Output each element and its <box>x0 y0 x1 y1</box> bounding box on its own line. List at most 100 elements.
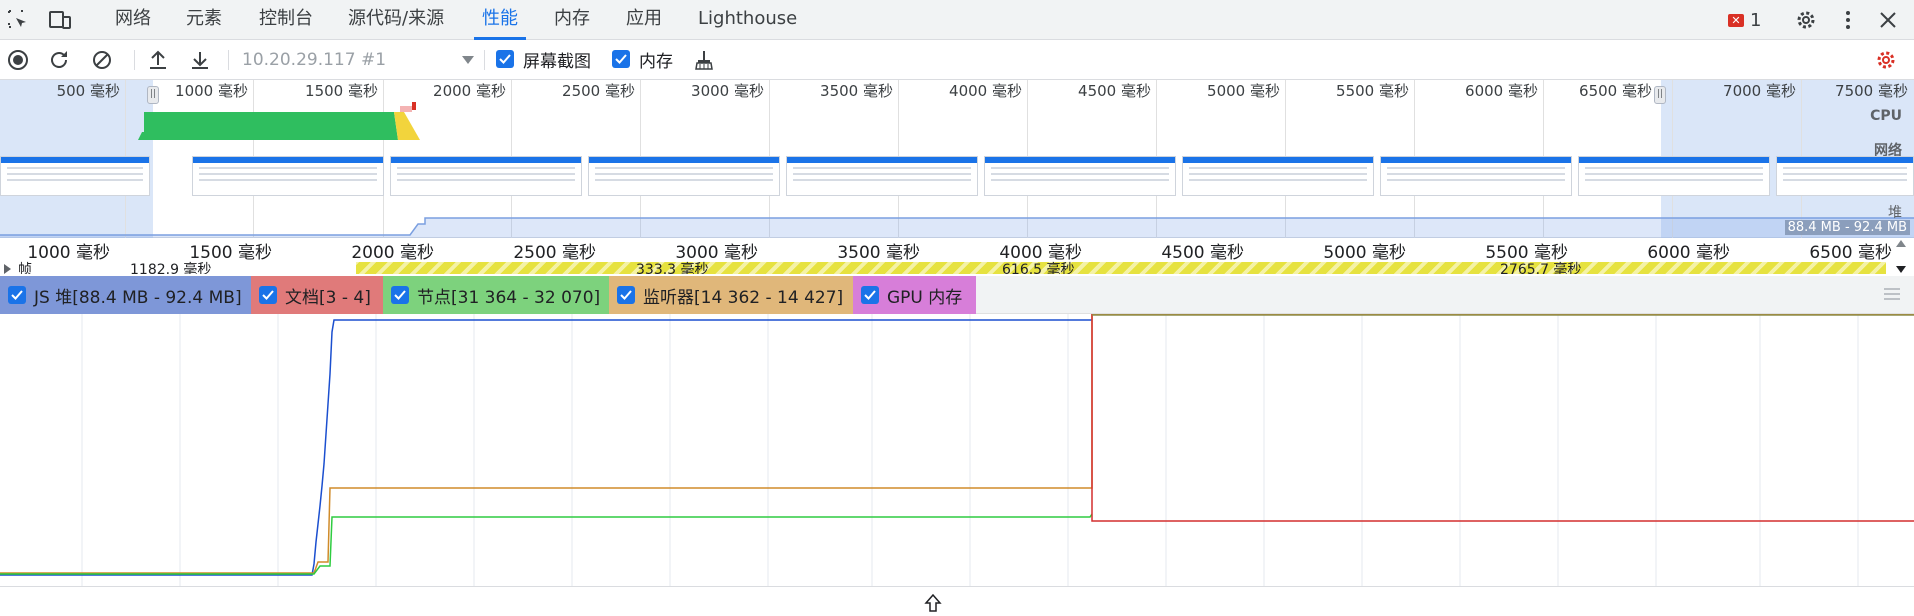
memory-checkbox[interactable] <box>612 50 630 68</box>
frame-duration: 2765.7 毫秒 <box>1500 262 1582 274</box>
bottom-drawer-bar <box>0 586 1914 616</box>
chart-gridlines <box>81 314 1859 586</box>
tab-elements[interactable]: 元素 <box>178 0 230 40</box>
capture-settings-gear-icon[interactable] <box>1872 46 1900 74</box>
garbage-collect-broom-icon[interactable] <box>690 46 718 74</box>
listeners-checkbox[interactable] <box>617 286 635 304</box>
tab-network[interactable]: 网络 <box>107 0 159 40</box>
listeners-series <box>0 314 1914 574</box>
documents-series <box>1091 314 1914 522</box>
nodes-checkbox[interactable] <box>391 286 409 304</box>
tab-application[interactable]: 应用 <box>618 0 670 40</box>
screenshot-thumbnail <box>1578 156 1770 196</box>
screenshot-thumbnail <box>1182 156 1374 196</box>
frames-track[interactable]: 帧 1182.9 毫秒 333.3 毫秒 616.5 毫秒 2765.7 毫秒 <box>0 260 1914 274</box>
tab-console[interactable]: 控制台 <box>251 0 321 40</box>
counter-nodes[interactable]: 节点[31 364 - 32 070] <box>383 276 609 314</box>
frame-duration: 616.5 毫秒 <box>1002 262 1075 274</box>
overview-tick: 7000 毫秒 <box>1723 82 1796 100</box>
resize-handle-icon[interactable] <box>1884 288 1900 302</box>
record-button[interactable] <box>4 46 32 74</box>
tab-performance[interactable]: 性能 <box>474 0 526 40</box>
counter-listeners[interactable]: 监听器[14 362 - 14 427] <box>609 276 853 314</box>
js-heap-series <box>0 319 1092 576</box>
listeners-label: 监听器[14 362 - 14 427] <box>643 287 844 308</box>
profile-select-value: 10.20.29.117 #1 <box>242 50 387 70</box>
overview-tick: 2000 毫秒 <box>433 82 506 100</box>
error-count: 1 <box>1750 9 1762 31</box>
frames-label: 帧 <box>18 262 32 274</box>
overview-tick: 5500 毫秒 <box>1336 82 1409 100</box>
frame-duration: 333.3 毫秒 <box>636 262 709 274</box>
nodes-label: 节点[31 364 - 32 070] <box>417 287 601 308</box>
range-end-handle[interactable]: || <box>1654 86 1666 104</box>
expand-arrow-icon[interactable] <box>4 264 11 274</box>
memory-counters-legend: JS 堆[88.4 MB - 92.4 MB] 文档[3 - 4] 节点[31 … <box>0 276 1914 314</box>
documents-label: 文档[3 - 4] <box>285 287 371 308</box>
overview-tick: 1000 毫秒 <box>175 82 248 100</box>
screenshot-thumbnail <box>0 156 150 196</box>
overview-tick: 3500 毫秒 <box>820 82 893 100</box>
error-counter[interactable]: ✕ 1 <box>1728 9 1761 31</box>
scroll-down-arrow-icon[interactable] <box>1896 266 1906 273</box>
heap-overview-graph <box>0 217 1914 238</box>
overview-tick: 1500 毫秒 <box>305 82 378 100</box>
overview-tick: 6500 毫秒 <box>1579 82 1652 100</box>
cpu-activity-graph <box>138 102 420 140</box>
memory-label: 内存 <box>639 52 673 72</box>
counter-js-heap[interactable]: JS 堆[88.4 MB - 92.4 MB] <box>0 276 251 314</box>
overview-tick: 3000 毫秒 <box>691 82 764 100</box>
frames-stripe <box>356 262 1886 274</box>
tab-lighthouse[interactable]: Lighthouse <box>690 0 805 40</box>
tab-sources[interactable]: 源代码/来源 <box>340 0 452 40</box>
inspect-element-icon[interactable] <box>4 6 32 34</box>
heap-range-label: 88.4 MB - 92.4 MB <box>1784 220 1910 235</box>
upload-icon[interactable] <box>144 46 172 74</box>
screenshot-thumbnail <box>984 156 1176 196</box>
nodes-series <box>0 513 1093 575</box>
chevron-down-icon <box>462 56 474 64</box>
memory-counters-chart[interactable] <box>0 314 1914 586</box>
download-icon[interactable] <box>186 46 214 74</box>
toolbar-divider <box>134 50 135 70</box>
devtools-tab-bar: 网络 元素 控制台 源代码/来源 性能 内存 应用 Lighthouse ✕ 1 <box>0 0 1914 40</box>
close-icon[interactable] <box>1874 6 1902 34</box>
screenshot-thumbnail <box>1380 156 1572 196</box>
screenshot-thumbnail <box>786 156 978 196</box>
overview-tick: 500 毫秒 <box>56 82 120 100</box>
screenshot-thumbnail <box>1776 156 1914 196</box>
js-heap-label: JS 堆[88.4 MB - 92.4 MB] <box>34 287 242 308</box>
tab-memory[interactable]: 内存 <box>546 0 598 40</box>
counter-documents[interactable]: 文档[3 - 4] <box>251 276 383 314</box>
timeline-overview[interactable]: 500 毫秒 1000 毫秒 1500 毫秒 2000 毫秒 2500 毫秒 3… <box>0 80 1914 238</box>
performance-toolbar: 10.20.29.117 #1 屏幕截图 内存 <box>0 40 1914 80</box>
heap-track-label: 堆 <box>1888 205 1902 221</box>
counter-gpu-memory[interactable]: GPU 内存 <box>853 276 976 314</box>
cursor-up-arrow-icon <box>924 593 942 616</box>
overview-tick: 4500 毫秒 <box>1078 82 1151 100</box>
overview-tick: 7500 毫秒 <box>1835 82 1908 100</box>
cpu-track-label: CPU <box>1870 108 1902 124</box>
screenshot-thumbnail <box>390 156 582 196</box>
gpu-memory-checkbox[interactable] <box>861 286 879 304</box>
timeline-ruler: 1000 毫秒 1500 毫秒 2000 毫秒 2500 毫秒 3000 毫秒 … <box>0 238 1914 263</box>
scroll-up-arrow-icon[interactable] <box>1896 240 1906 247</box>
more-options-icon[interactable] <box>1834 6 1862 34</box>
device-toolbar-icon[interactable] <box>46 6 74 34</box>
error-icon: ✕ <box>1728 13 1744 27</box>
toolbar-divider <box>484 50 485 70</box>
clear-icon[interactable] <box>88 46 116 74</box>
overview-tick: 5000 毫秒 <box>1207 82 1280 100</box>
reload-record-icon[interactable] <box>45 46 73 74</box>
documents-checkbox[interactable] <box>259 286 277 304</box>
overview-tick: 6000 毫秒 <box>1465 82 1538 100</box>
gpu-memory-label: GPU 内存 <box>887 287 963 308</box>
settings-gear-icon[interactable] <box>1792 6 1820 34</box>
overview-tick: 4000 毫秒 <box>949 82 1022 100</box>
js-heap-checkbox[interactable] <box>8 286 26 304</box>
screenshots-label: 屏幕截图 <box>523 52 591 72</box>
overview-tick: 2500 毫秒 <box>562 82 635 100</box>
screenshots-checkbox[interactable] <box>496 50 514 68</box>
profile-select[interactable]: 10.20.29.117 #1 <box>242 48 474 72</box>
screenshot-thumbnail <box>192 156 384 196</box>
